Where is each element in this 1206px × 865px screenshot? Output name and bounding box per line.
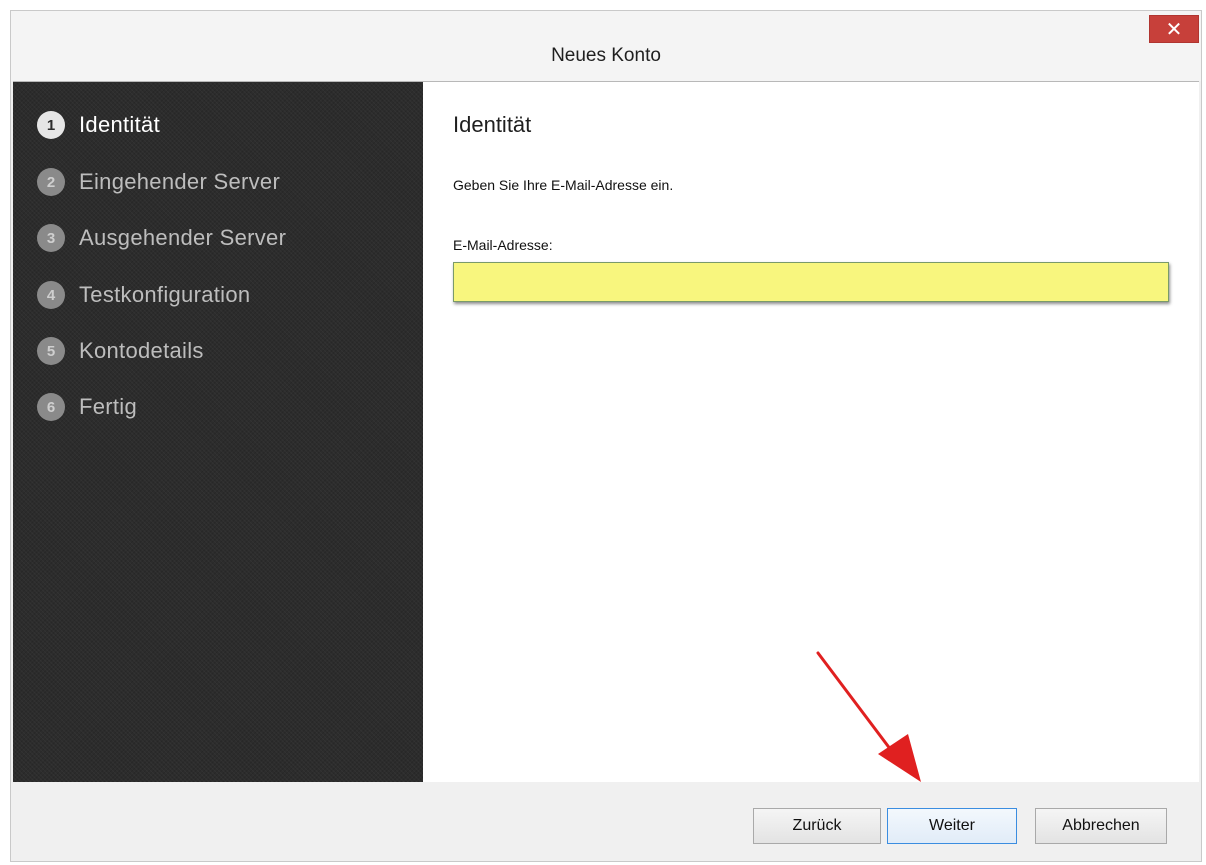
step-label: Ausgehender Server (79, 225, 287, 250)
step-label: Identität (79, 112, 160, 137)
step-testkonfiguration: 4 Testkonfiguration (37, 278, 250, 312)
close-button[interactable]: ✕ (1149, 15, 1199, 43)
email-label: E-Mail-Adresse: (453, 237, 553, 253)
step-label: Testkonfiguration (79, 282, 251, 307)
title-bar: Neues Konto ✕ (11, 11, 1201, 81)
cancel-button[interactable]: Abbrechen (1035, 808, 1167, 844)
wizard-content: 1 Identität 2 Eingehender Server 3 Ausge… (13, 81, 1199, 783)
close-icon: ✕ (1165, 19, 1183, 41)
step-label: Eingehender Server (79, 169, 281, 194)
step-number-badge: 6 (37, 393, 65, 421)
wizard-steps-sidebar: 1 Identität 2 Eingehender Server 3 Ausge… (13, 82, 423, 782)
step-label: Fertig (79, 394, 138, 419)
step-label: Kontodetails (79, 338, 204, 363)
panel-heading: Identität (453, 112, 532, 137)
step-number-badge: 1 (37, 111, 65, 139)
next-button[interactable]: Weiter (887, 808, 1017, 844)
back-button[interactable]: Zurück (753, 808, 881, 844)
email-input[interactable] (453, 262, 1169, 302)
step-identitaet: 1 Identität (37, 108, 160, 142)
step-number-badge: 4 (37, 281, 65, 309)
step-number-badge: 3 (37, 224, 65, 252)
step-ausgehender-server: 3 Ausgehender Server (37, 221, 286, 255)
step-kontodetails: 5 Kontodetails (37, 334, 204, 368)
step-number-badge: 2 (37, 168, 65, 196)
new-account-dialog: Neues Konto ✕ 1 Identität 2 Eingehender … (10, 10, 1202, 862)
step-eingehender-server: 2 Eingehender Server (37, 165, 280, 199)
step-number-badge: 5 (37, 337, 65, 365)
identity-panel: Identität Geben Sie Ihre E-Mail-Adresse … (423, 82, 1199, 782)
step-fertig: 6 Fertig (37, 390, 137, 424)
instruction-text: Geben Sie Ihre E-Mail-Adresse ein. (453, 177, 674, 193)
dialog-footer: Zurück Weiter Abbrechen (11, 782, 1201, 861)
window-title: Neues Konto (551, 45, 661, 66)
